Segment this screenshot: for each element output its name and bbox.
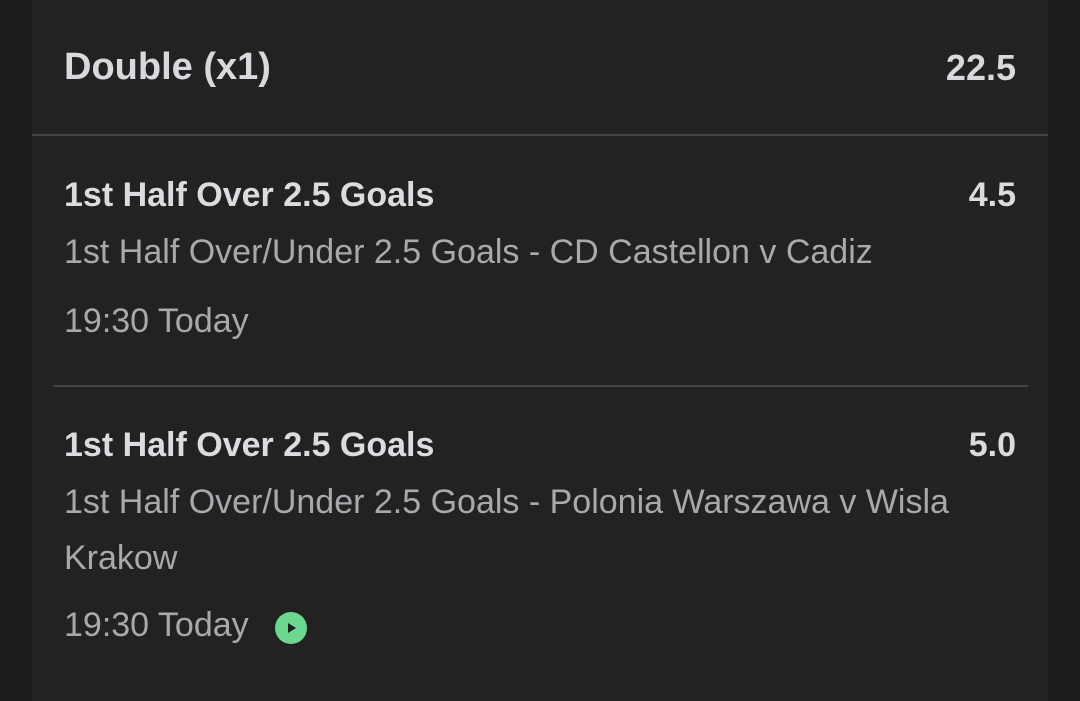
leg-odds: 4.5 [968, 175, 1016, 214]
leg-time: 19:30 Today [64, 606, 249, 644]
leg-market-event: 1st Half Over/Under 2.5 Goals - Polonia … [64, 483, 949, 577]
leg-selection: 1st Half Over 2.5 Goals [64, 425, 435, 464]
leg-time: 19:30 Today [64, 302, 249, 340]
header-divider [32, 134, 1048, 136]
bet-header: Double (x1) 22.5 [64, 46, 1016, 89]
leg-selection: 1st Half Over 2.5 Goals [64, 175, 435, 214]
bet-card: Double (x1) 22.5 1st Half Over 2.5 Goals… [32, 0, 1048, 701]
leg-market-event: 1st Half Over/Under 2.5 Goals - CD Caste… [64, 233, 873, 271]
bet-total-odds: 22.5 [945, 46, 1016, 88]
bet-leg-2: 1st Half Over 2.5 Goals 5.0 1st Half Ove… [64, 424, 1016, 645]
live-stream-play-icon[interactable] [274, 611, 307, 644]
bet-title: Double (x1) [64, 46, 271, 88]
leg-odds: 5.0 [968, 425, 1016, 464]
bet-leg-1: 1st Half Over 2.5 Goals 4.5 1st Half Ove… [64, 174, 1016, 341]
leg-divider [53, 385, 1028, 387]
